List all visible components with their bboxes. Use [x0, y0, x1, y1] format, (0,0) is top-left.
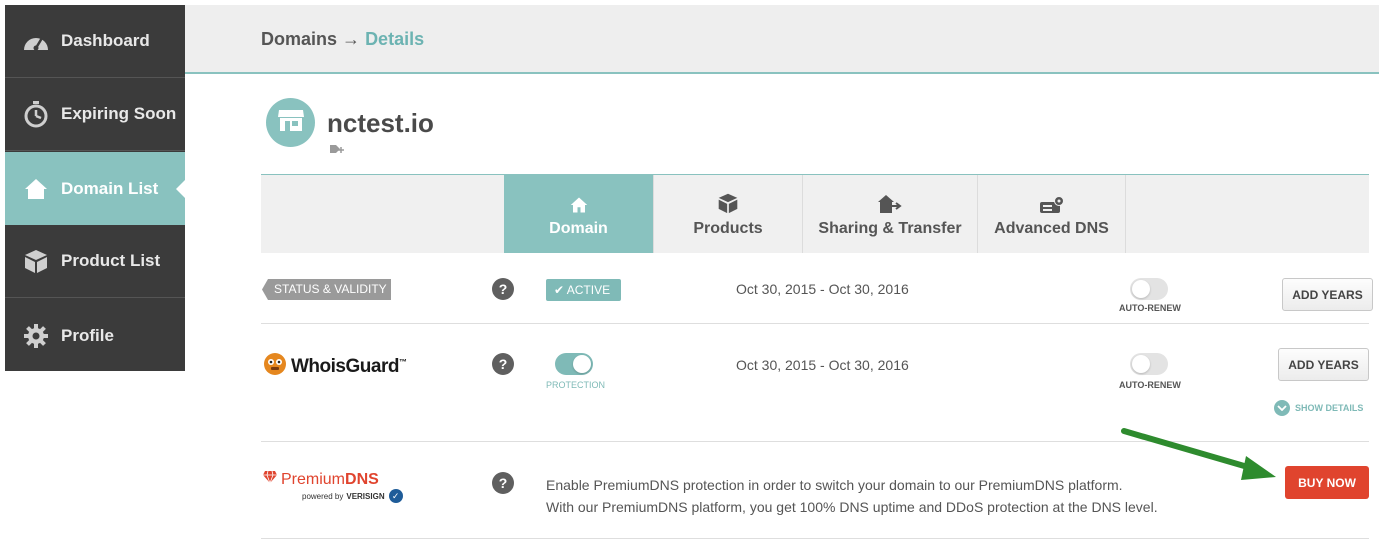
sidebar-item-profile[interactable]: Profile	[5, 299, 185, 372]
tab-domain[interactable]: Domain	[504, 175, 653, 253]
domain-avatar	[266, 98, 315, 147]
whoisguard-mascot-icon	[262, 352, 288, 381]
breadcrumb: Domains → Details	[261, 29, 424, 50]
show-details-link[interactable]: SHOW DETAILS	[1274, 400, 1363, 416]
whois-autorenew-toggle[interactable]	[1130, 353, 1168, 375]
whoisguard-tm: ™	[398, 357, 407, 367]
whois-protection-label: PROTECTION	[546, 380, 606, 390]
sidebar-item-label: Product List	[61, 251, 161, 270]
toggle-knob	[1132, 355, 1150, 373]
sidebar-item-label: Expiring Soon	[61, 104, 177, 123]
status-validity-tag: STATUS & VALIDITY	[262, 279, 391, 300]
whois-autorenew-label: AUTO-RENEW	[1119, 380, 1181, 390]
domain-tabs: Domain Products Sharing & Transfer Advan…	[261, 174, 1369, 253]
annotation-arrow-icon	[1121, 428, 1276, 480]
status-dates: Oct 30, 2015 - Oct 30, 2016	[736, 281, 909, 297]
breadcrumb-current: Details	[365, 29, 425, 49]
premiumdns-brand-a: Premium	[281, 470, 346, 488]
gauge-icon	[21, 26, 51, 56]
sidebar-item-expiring-soon[interactable]: Expiring Soon	[5, 78, 185, 151]
tab-label: Domain	[549, 220, 608, 237]
storefront-icon	[277, 108, 305, 137]
status-autorenew-toggle[interactable]	[1130, 278, 1168, 300]
premiumdns-description: Enable PremiumDNS protection in order to…	[546, 474, 1158, 518]
status-badge: ✔ ACTIVE	[546, 279, 621, 301]
toggle-knob	[573, 355, 591, 373]
status-help-icon[interactable]: ?	[492, 278, 514, 300]
diamond-icon	[262, 470, 281, 489]
sidebar-item-label: Dashboard	[61, 31, 150, 50]
powered-by-verisign: powered by VERISIGN ✓	[302, 489, 403, 503]
row-divider	[261, 323, 1369, 324]
tag-add-icon[interactable]	[329, 144, 345, 159]
chevron-down-icon	[1274, 400, 1290, 416]
sidebar-item-label: Profile	[61, 325, 114, 345]
status-badge-label: ACTIVE	[566, 283, 611, 297]
sidebar: Dashboard Expiring Soon Domain List Prod…	[5, 5, 185, 371]
verisign-text: VERISIGN	[346, 491, 385, 501]
whois-help-icon[interactable]: ?	[492, 353, 514, 375]
status-autorenew-label: AUTO-RENEW	[1119, 303, 1181, 313]
premiumdns-logo: Premium DNS powered by VERISIGN ✓	[262, 470, 403, 503]
box-icon	[717, 190, 739, 214]
sidebar-item-product-list[interactable]: Product List	[5, 225, 185, 298]
page-header: Domains → Details	[185, 5, 1379, 74]
tab-label: Sharing & Transfer	[818, 220, 962, 237]
breadcrumb-separator: →	[342, 29, 361, 49]
verisign-seal-icon: ✓	[388, 489, 403, 503]
sidebar-item-domain-list[interactable]: Domain List	[5, 152, 185, 225]
buy-now-button[interactable]: BUY NOW	[1285, 466, 1369, 499]
whois-add-years-button[interactable]: ADD YEARS	[1278, 348, 1369, 381]
check-icon: ✔	[554, 283, 565, 297]
breadcrumb-root-link[interactable]: Domains	[261, 29, 337, 49]
server-gear-icon	[1039, 190, 1065, 214]
powered-by-text: powered by	[302, 491, 344, 501]
whois-dates: Oct 30, 2015 - Oct 30, 2016	[736, 357, 909, 373]
stopwatch-icon	[21, 99, 51, 129]
tab-label: Advanced DNS	[994, 220, 1109, 237]
home-icon	[21, 174, 51, 204]
whoisguard-brand: WhoisGuard™	[291, 355, 407, 378]
whoisguard-brand-text: WhoisGuard	[291, 355, 399, 377]
row-divider	[261, 538, 1369, 539]
show-details-label: SHOW DETAILS	[1295, 403, 1364, 413]
gear-icon	[21, 321, 51, 351]
pdns-help-icon[interactable]: ?	[492, 472, 514, 494]
sidebar-item-dashboard[interactable]: Dashboard	[5, 5, 185, 78]
tab-label: Products	[693, 220, 763, 237]
home-transfer-icon	[877, 190, 903, 214]
toggle-knob	[1132, 280, 1150, 298]
premiumdns-brand-b: DNS	[345, 470, 379, 488]
whoisguard-logo: WhoisGuard™	[262, 352, 407, 381]
premiumdns-desc-line2: With our PremiumDNS platform, you get 10…	[546, 499, 1158, 515]
premiumdns-desc-line1: Enable PremiumDNS protection in order to…	[546, 477, 1123, 493]
domain-name: nctest.io	[327, 108, 434, 138]
box-icon	[21, 246, 51, 276]
tab-advanced-dns[interactable]: Advanced DNS	[977, 175, 1126, 253]
tab-sharing-transfer[interactable]: Sharing & Transfer	[802, 175, 977, 253]
whois-protection-toggle[interactable]	[555, 353, 593, 375]
tab-products[interactable]: Products	[653, 175, 802, 253]
premiumdns-brand: Premium DNS	[262, 470, 379, 489]
status-add-years-button[interactable]: ADD YEARS	[1282, 278, 1373, 311]
home-icon	[570, 190, 588, 214]
sidebar-item-label: Domain List	[61, 178, 159, 198]
